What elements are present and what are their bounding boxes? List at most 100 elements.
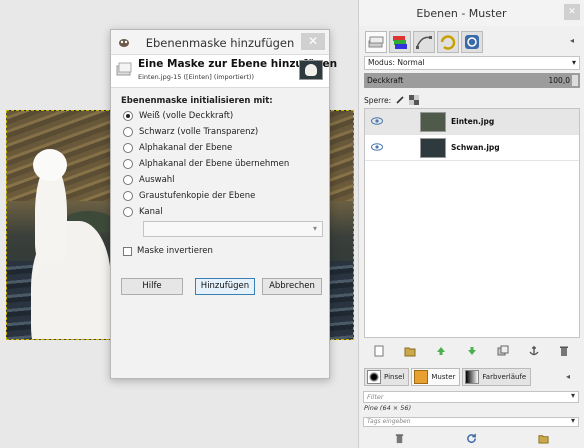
layer-mask-icon: [116, 62, 132, 76]
dialog-titlebar[interactable]: Ebenenmaske hinzufügen ✕: [111, 30, 329, 55]
panel-titlebar[interactable]: Ebenen - Muster ✕: [359, 0, 584, 26]
mode-label: Modus: Normal: [368, 58, 425, 67]
radio-label: Kanal: [139, 207, 163, 217]
raise-layer-icon[interactable]: [435, 345, 447, 357]
undo-history-icon: [440, 35, 456, 50]
help-button[interactable]: Hilfe: [121, 278, 183, 295]
channels-icon: [393, 36, 407, 49]
layer-row[interactable]: Schwan.jpg: [365, 135, 579, 161]
checkbox[interactable]: [123, 246, 132, 256]
anchor-layer-icon[interactable]: [528, 345, 540, 357]
pattern-info: Pine (64 × 56): [364, 404, 412, 412]
radio-label: Schwarz (volle Transparenz): [139, 127, 259, 137]
duplicate-layer-icon[interactable]: [497, 345, 509, 357]
opacity-label: Deckkraft: [367, 76, 404, 85]
chevron-down-icon: ▾: [570, 416, 575, 425]
radio-transfer-alpha[interactable]: Alphakanal der Ebene übernehmen: [123, 157, 289, 171]
invert-mask-checkbox[interactable]: Maske invertieren: [123, 244, 213, 258]
chevron-down-icon: ▾: [570, 391, 575, 400]
dock-menu-icon[interactable]: ◂: [566, 36, 578, 48]
dialog-title: Ebenenmaske hinzufügen: [145, 36, 295, 50]
bottom-tabs: Pinsel Muster Farbverläufe: [364, 367, 580, 387]
invert-mask-label: Maske invertieren: [137, 246, 213, 256]
layers-list[interactable]: Einten.jpg Schwan.jpg: [364, 108, 580, 338]
paths-icon: [416, 36, 432, 49]
add-layer-mask-dialog: Ebenenmaske hinzufügen ✕ Eine Maske zur …: [110, 29, 337, 379]
layer-row[interactable]: Einten.jpg: [365, 109, 579, 135]
layers-patterns-panel: Ebenen - Muster ✕ ◂ Modus: Normal ▾ Deck…: [358, 0, 584, 448]
chevron-down-icon: ▾: [571, 58, 576, 67]
radio-label: Auswahl: [139, 175, 175, 185]
tab-info[interactable]: [461, 31, 483, 53]
channel-select[interactable]: ▾: [143, 221, 323, 237]
close-icon[interactable]: ✕: [564, 4, 580, 20]
radio-button[interactable]: [123, 159, 133, 169]
radio-selection[interactable]: Auswahl: [123, 173, 175, 187]
radio-black[interactable]: Schwarz (volle Transparenz): [123, 125, 258, 139]
tab-patterns[interactable]: Muster: [411, 368, 461, 386]
filter-placeholder: Filter: [367, 393, 384, 401]
layers-icon: [368, 36, 384, 48]
dock-menu-icon[interactable]: ◂: [566, 372, 578, 384]
radio-label: Alphakanal der Ebene übernehmen: [139, 159, 290, 169]
tab-brushes-label: Pinsel: [384, 373, 405, 381]
mode-select[interactable]: Modus: Normal ▾: [364, 56, 580, 70]
radio-grayscale-copy[interactable]: Graustufenkopie der Ebene: [123, 189, 255, 203]
chevron-down-icon: ▾: [312, 224, 317, 233]
panel-title: Ebenen - Muster: [416, 7, 507, 20]
radio-button[interactable]: [123, 207, 133, 217]
radio-button[interactable]: [123, 143, 133, 153]
new-layer-icon[interactable]: [373, 345, 385, 357]
radio-channel[interactable]: Kanal: [123, 205, 163, 219]
layer-name: Einten.jpg: [451, 117, 495, 126]
radio-white[interactable]: Weiß (volle Deckkraft): [123, 109, 233, 123]
radio-layer-alpha[interactable]: Alphakanal der Ebene: [123, 141, 232, 155]
tab-gradients[interactable]: Farbverläufe: [462, 368, 532, 386]
filter-input[interactable]: Filter ▾: [363, 391, 579, 403]
panel-tabs: [365, 31, 485, 53]
patterns-icon: [414, 370, 429, 384]
tab-undo-history[interactable]: [437, 31, 459, 53]
new-layer-group-icon[interactable]: [404, 345, 416, 357]
radio-button[interactable]: [123, 191, 133, 201]
tags-input[interactable]: Tags eingeben ▾: [363, 416, 579, 427]
radio-label: Graustufenkopie der Ebene: [139, 191, 256, 201]
opacity-spinner[interactable]: [572, 75, 578, 86]
tab-patterns-label: Muster: [431, 373, 456, 381]
layer-thumbnail: [299, 60, 323, 80]
radio-label: Weiß (volle Deckkraft): [139, 111, 234, 121]
tab-channels[interactable]: [389, 31, 411, 53]
delete-layer-icon[interactable]: [558, 345, 570, 357]
radio-button[interactable]: [123, 175, 133, 185]
add-button[interactable]: Hinzufügen: [195, 278, 255, 295]
eye-icon[interactable]: [371, 117, 383, 125]
brushes-icon: [367, 370, 381, 384]
radio-button[interactable]: [123, 111, 133, 121]
init-section-label: Ebenenmaske initialisieren mit:: [121, 96, 273, 106]
layer-actions-bar: [364, 342, 580, 360]
cancel-button[interactable]: Abbrechen: [262, 278, 322, 295]
tab-brushes[interactable]: Pinsel: [364, 368, 410, 386]
tab-gradients-label: Farbverläufe: [482, 373, 527, 381]
lock-row: Sperre:: [364, 93, 420, 107]
lower-layer-icon[interactable]: [466, 345, 478, 357]
layer-thumbnail: [420, 112, 446, 132]
lock-pixels-icon[interactable]: [395, 95, 405, 105]
tags-placeholder: Tags eingeben: [367, 418, 411, 425]
layer-thumbnail: [420, 138, 446, 158]
radio-button[interactable]: [123, 127, 133, 137]
refresh-patterns-icon[interactable]: [466, 433, 477, 444]
gradients-icon: [465, 370, 480, 384]
delete-pattern-icon[interactable]: [394, 433, 405, 444]
tab-paths[interactable]: [413, 31, 435, 53]
opacity-slider[interactable]: Deckkraft 100,0: [364, 73, 580, 88]
lock-alpha-icon[interactable]: [409, 95, 420, 105]
open-pattern-folder-icon[interactable]: [537, 433, 549, 444]
opacity-value: 100,0: [548, 76, 570, 85]
pattern-actions-bar: [363, 430, 579, 446]
eye-icon[interactable]: [371, 143, 383, 151]
tab-layers[interactable]: [365, 31, 387, 53]
dialog-header: Eine Maske zur Ebene hinzufügen Einten.j…: [111, 55, 337, 88]
layer-name: Schwan.jpg: [451, 143, 500, 152]
close-icon[interactable]: ✕: [301, 33, 325, 50]
